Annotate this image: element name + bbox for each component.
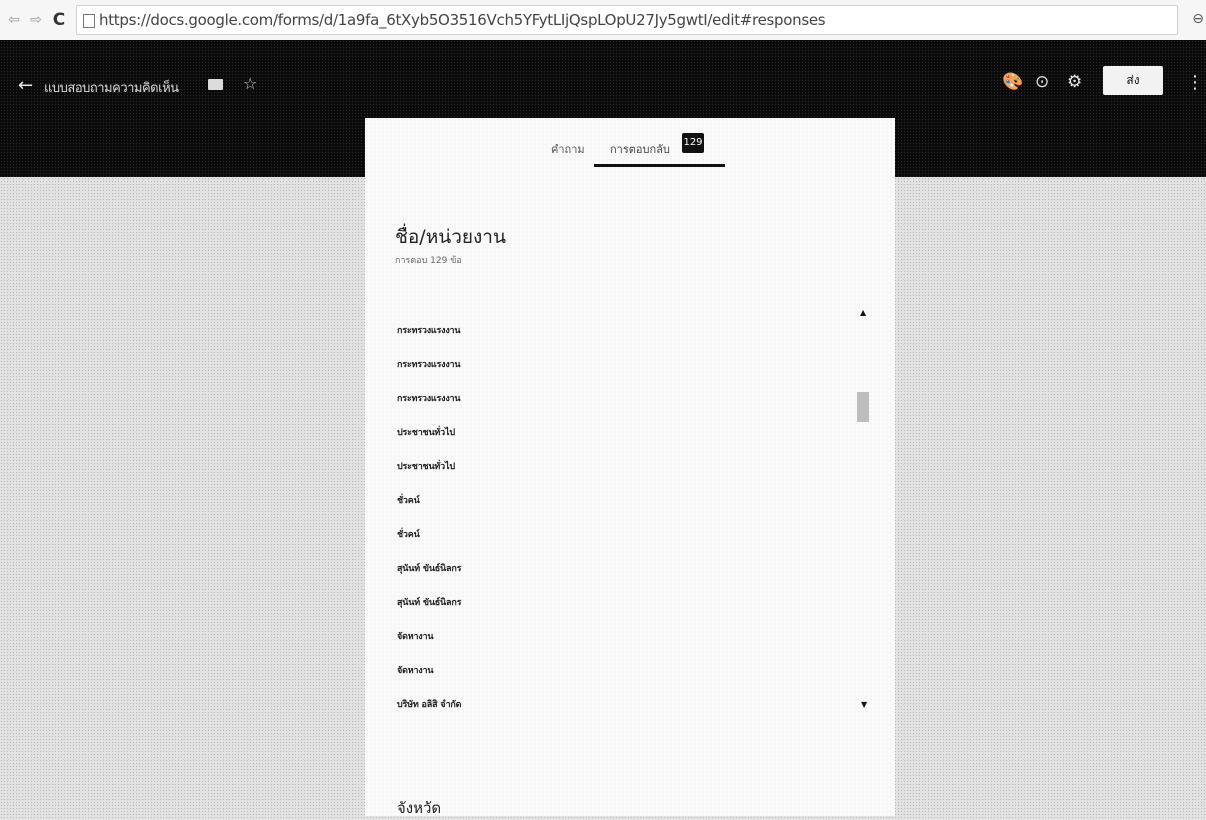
list-item: กระทรวงแรงงาน bbox=[397, 360, 461, 370]
browser-toolbar: ⇦ ⇨ C https://docs.google.com/forms/d/1a… bbox=[0, 0, 1206, 40]
question-title-province: จังหวัด bbox=[397, 799, 442, 817]
list-item: จัดหางาน bbox=[397, 666, 434, 676]
browser-extension-icon[interactable]: ⊖ bbox=[1192, 11, 1204, 27]
more-options-icon[interactable]: ⋮ bbox=[1186, 72, 1204, 93]
list-item: สุนันท์ ขันธ์นิลกร bbox=[397, 564, 462, 574]
list-item: ประชาชนทั่วไป bbox=[397, 428, 455, 438]
tab-bar: คำถาม การตอบกลับ 129 bbox=[365, 118, 895, 170]
list-item: กระทรวงแรงงาน bbox=[397, 394, 461, 404]
question-title: ชื่อ/หน่วยงาน bbox=[395, 226, 506, 248]
address-bar[interactable]: https://docs.google.com/forms/d/1a9fa_6t… bbox=[76, 5, 1178, 35]
responses-count-badge: 129 bbox=[682, 133, 704, 153]
star-icon[interactable]: ☆ bbox=[243, 74, 257, 93]
response-list[interactable]: กระทรวงแรงงาน กระทรวงแรงงาน กระทรวงแรงงา… bbox=[397, 314, 867, 710]
list-item: บริษัท อลิสิ จำกัด bbox=[397, 700, 462, 710]
tab-responses[interactable]: การตอบกลับ bbox=[610, 140, 670, 158]
form-card: คำถาม การตอบกลับ 129 ชื่อ/หน่วยงาน การตอ… bbox=[365, 118, 895, 817]
list-item: จัดหางาน bbox=[397, 632, 434, 642]
settings-icon[interactable]: ⚙ bbox=[1067, 72, 1082, 92]
palette-icon[interactable]: 🎨 bbox=[1002, 72, 1023, 92]
scroll-down-icon[interactable]: ▼ bbox=[861, 700, 867, 709]
send-button[interactable]: ส่ง bbox=[1103, 66, 1163, 95]
preview-icon[interactable]: ⊙ bbox=[1035, 72, 1049, 92]
list-item: สุนันท์ ขันธ์นิลกร bbox=[397, 598, 462, 608]
list-item: ชั่วคน์ bbox=[397, 530, 420, 540]
scroll-up-icon[interactable]: ▲ bbox=[860, 308, 866, 317]
back-icon[interactable]: ← bbox=[18, 75, 33, 96]
folder-icon[interactable] bbox=[208, 79, 223, 90]
lock-icon bbox=[83, 14, 95, 28]
back-arrow-icon[interactable]: ⇦ bbox=[6, 12, 22, 28]
reload-icon[interactable]: C bbox=[50, 10, 68, 30]
tab-questions[interactable]: คำถาม bbox=[551, 140, 585, 158]
scrollbar-thumb[interactable] bbox=[857, 392, 869, 422]
forward-arrow-icon[interactable]: ⇨ bbox=[28, 12, 44, 28]
list-item: กระทรวงแรงงาน bbox=[397, 326, 461, 336]
active-tab-indicator bbox=[594, 164, 725, 167]
list-item: ชั่วคน์ bbox=[397, 496, 420, 506]
response-count-text: การตอบ 129 ข้อ bbox=[395, 256, 462, 266]
list-item: ประชาชนทั่วไป bbox=[397, 462, 455, 472]
url-text: https://docs.google.com/forms/d/1a9fa_6t… bbox=[99, 11, 826, 29]
form-title[interactable]: แบบสอบถามความคิดเห็น bbox=[44, 77, 179, 98]
